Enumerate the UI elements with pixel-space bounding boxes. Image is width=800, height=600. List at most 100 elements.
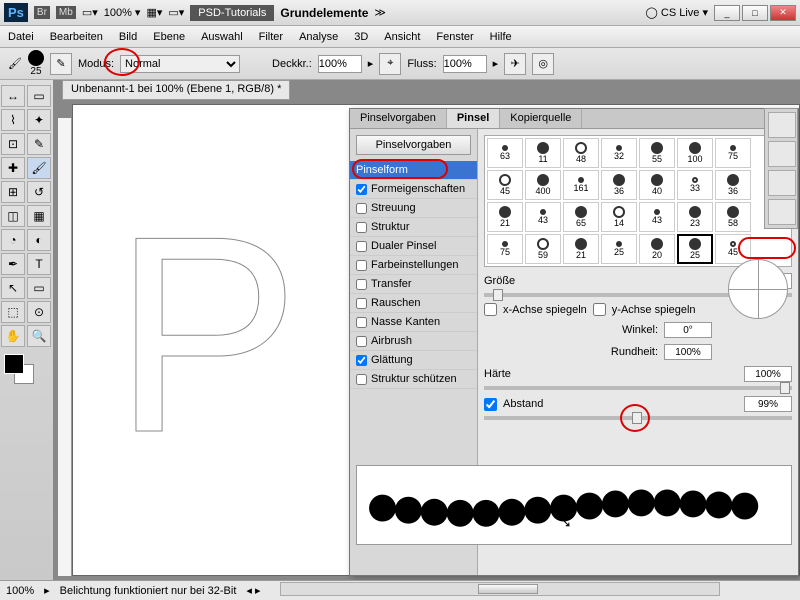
panel-tab-pinselvorgaben[interactable]: Pinselvorgaben (350, 109, 447, 128)
brush-item-nasse-kanten[interactable]: Nasse Kanten (350, 313, 477, 332)
flow-input[interactable] (443, 55, 487, 73)
3d-camera-tool[interactable]: ⊙ (27, 301, 51, 323)
status-nav-icon[interactable]: ◂ ▸ (246, 584, 260, 597)
mode-select[interactable]: Normal (120, 55, 240, 73)
brush-item-struktur-schützen[interactable]: Struktur schützen (350, 370, 477, 389)
brush-tip-161[interactable]: 161 (563, 170, 599, 200)
panel-tab-pinsel[interactable]: Pinsel (447, 109, 500, 128)
flipx-check[interactable] (484, 303, 497, 316)
hardness-input[interactable] (744, 366, 792, 382)
panel-tab-kopierquelle[interactable]: Kopierquelle (500, 109, 582, 128)
menu-ansicht[interactable]: Ansicht (384, 31, 420, 43)
menu-fenster[interactable]: Fenster (436, 31, 473, 43)
dock-icon-4[interactable] (768, 199, 796, 225)
brush-tip-100[interactable]: 100 (677, 138, 713, 168)
check-dualer pinsel[interactable] (356, 241, 367, 252)
brush-item-transfer[interactable]: Transfer (350, 275, 477, 294)
opacity-input[interactable] (318, 55, 362, 73)
dock-icon-3[interactable] (768, 170, 796, 196)
check-struktur[interactable] (356, 222, 367, 233)
check-glättung[interactable] (356, 355, 367, 366)
brush-tip-23[interactable]: 23 (677, 202, 713, 232)
arrange-icon[interactable]: ▦▾ (146, 6, 162, 19)
brush-tip-43[interactable]: 43 (639, 202, 675, 232)
pen-tool[interactable]: ✒ (1, 253, 25, 275)
hscroll[interactable] (280, 582, 720, 596)
blur-tool[interactable]: ◔ (1, 229, 25, 251)
spacing-input[interactable] (744, 396, 792, 412)
presets-button[interactable]: Pinselvorgaben (356, 135, 471, 155)
brush-item-farbeinstellungen[interactable]: Farbeinstellungen (350, 256, 477, 275)
brush-tip-14[interactable]: 14 (601, 202, 637, 232)
bridge-btn[interactable]: Br (34, 6, 50, 19)
brush-tip-59[interactable]: 59 (525, 234, 561, 264)
shape-tool[interactable]: ▭ (27, 277, 51, 299)
brush-item-pinselform[interactable]: Pinselform (350, 161, 477, 180)
menu-datei[interactable]: Datei (8, 31, 34, 43)
view-extras-icon[interactable]: ▭▾ (168, 6, 184, 19)
menu-hilfe[interactable]: Hilfe (490, 31, 512, 43)
brush-item-airbrush[interactable]: Airbrush (350, 332, 477, 351)
workspace-grund[interactable]: Grundelemente (280, 6, 368, 20)
brush-tip-65[interactable]: 65 (563, 202, 599, 232)
brush-item-formeigenschaften[interactable]: Formeigenschaften (350, 180, 477, 199)
brush-tip-75[interactable]: 75 (715, 138, 751, 168)
brush-tip-58[interactable]: 58 (715, 202, 751, 232)
check-transfer[interactable] (356, 279, 367, 290)
minibridge-btn[interactable]: Mb (56, 6, 76, 19)
dodge-tool[interactable]: ◐ (27, 229, 51, 251)
history-brush-tool[interactable]: ↺ (27, 181, 51, 203)
brush-tip-25[interactable]: 25 (601, 234, 637, 264)
brush-tip-20[interactable]: 20 (639, 234, 675, 264)
roundness-input[interactable] (664, 344, 712, 360)
flipy-check[interactable] (593, 303, 606, 316)
brush-tip-21[interactable]: 21 (487, 202, 523, 232)
workspace-tutorials[interactable]: PSD-Tutorials (190, 5, 274, 21)
brush-tip-63[interactable]: 63 (487, 138, 523, 168)
angle-widget[interactable] (728, 259, 788, 319)
color-swatch[interactable] (4, 354, 49, 384)
check-struktur schützen[interactable] (356, 374, 367, 385)
screen-mode-icon[interactable]: ▭▾ (82, 6, 98, 19)
menu-analyse[interactable]: Analyse (299, 31, 338, 43)
dock-icon-1[interactable] (768, 112, 796, 138)
cslive-btn[interactable]: ◯ CS Live ▾ (646, 6, 708, 19)
brush-tip-45[interactable]: 45 (487, 170, 523, 200)
brush-item-streuung[interactable]: Streuung (350, 199, 477, 218)
check-farbeinstellungen[interactable] (356, 260, 367, 271)
airbrush-btn[interactable]: ✈ (504, 53, 526, 75)
crop-tool[interactable]: ⊡ (1, 133, 25, 155)
dock-icon-2[interactable] (768, 141, 796, 167)
brush-tip-32[interactable]: 32 (601, 138, 637, 168)
hardness-slider[interactable] (484, 386, 792, 390)
brush-tip-21[interactable]: 21 (563, 234, 599, 264)
document-tab[interactable]: Unbenannt-1 bei 100% (Ebene 1, RGB/8) * (62, 80, 290, 100)
wand-tool[interactable]: ✦ (27, 109, 51, 131)
menu-bearbeiten[interactable]: Bearbeiten (50, 31, 103, 43)
brush-tip-75[interactable]: 75 (487, 234, 523, 264)
menu-auswahl[interactable]: Auswahl (201, 31, 243, 43)
brush-tip-33[interactable]: 33 (677, 170, 713, 200)
brush-tip-400[interactable]: 400 (525, 170, 561, 200)
brush-item-dualer-pinsel[interactable]: Dualer Pinsel (350, 237, 477, 256)
brush-tip-40[interactable]: 40 (639, 170, 675, 200)
brush-tip-36[interactable]: 36 (601, 170, 637, 200)
menu-ebene[interactable]: Ebene (153, 31, 185, 43)
minimize-btn[interactable]: _ (714, 5, 740, 21)
marquee-tool[interactable]: ▭ (27, 85, 51, 107)
menu-filter[interactable]: Filter (259, 31, 283, 43)
check-airbrush[interactable] (356, 336, 367, 347)
more-icon[interactable]: ≫ (374, 6, 386, 19)
lasso-tool[interactable]: ⌇ (1, 109, 25, 131)
brush-tip-55[interactable]: 55 (639, 138, 675, 168)
tablet-size-btn[interactable]: ◎ (532, 53, 554, 75)
brush-panel-toggle[interactable]: ✎ (50, 53, 72, 75)
brush-tip-25[interactable]: 25 (677, 234, 713, 264)
brush-tool[interactable]: 🖌 (27, 157, 51, 179)
brush-tip-grid[interactable]: 6311483255100754540016136403336214365144… (484, 135, 792, 267)
gradient-tool[interactable]: ▦ (27, 205, 51, 227)
type-tool[interactable]: T (27, 253, 51, 275)
check-streuung[interactable] (356, 203, 367, 214)
angle-input[interactable] (664, 322, 712, 338)
hand-tool[interactable]: ✋ (1, 325, 25, 347)
